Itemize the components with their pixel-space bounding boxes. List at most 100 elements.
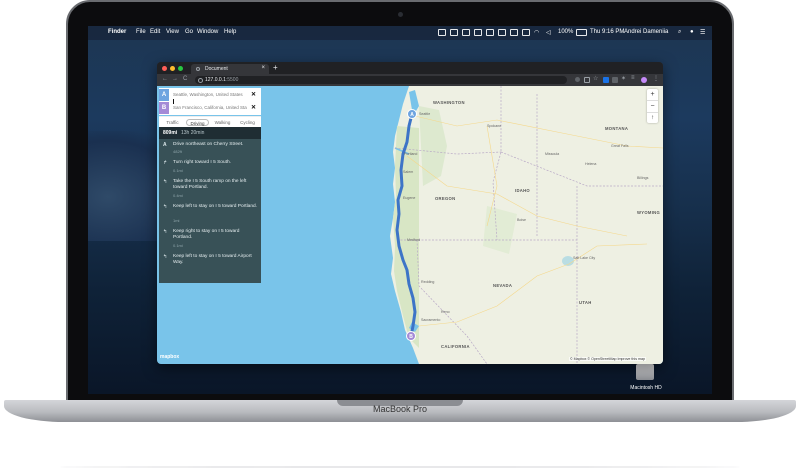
label-idaho: IDAHO: [515, 188, 530, 193]
bookmark-star-icon[interactable]: ☆: [593, 75, 599, 82]
status-icon-4[interactable]: [474, 29, 482, 38]
city-eugene: Eugene: [403, 196, 416, 200]
menu-file[interactable]: File: [136, 29, 146, 35]
destination-clear-icon[interactable]: ✕: [251, 104, 256, 111]
status-icon-2[interactable]: [450, 29, 458, 38]
minimize-window-icon[interactable]: [170, 66, 175, 71]
close-window-icon[interactable]: [162, 66, 167, 71]
battery-percent[interactable]: 100%: [558, 29, 573, 35]
menu-help[interactable]: Help: [224, 29, 236, 35]
profile-traffic[interactable]: Traffic: [161, 119, 184, 126]
globe-icon: [196, 67, 200, 71]
info-icon[interactable]: [198, 78, 203, 83]
notification-center-icon[interactable]: ☰: [700, 29, 705, 36]
city-billings: Billings: [637, 176, 649, 180]
step-instruction[interactable]: Keep right to stay on I 5 toward Portlan…: [173, 229, 257, 241]
status-icon-6[interactable]: [498, 29, 506, 38]
extension-blue-icon[interactable]: [603, 77, 609, 83]
address-bar[interactable]: 127.0.0.1:5500: [195, 76, 567, 84]
origin-input[interactable]: Seattle, Washington, United States: [173, 92, 247, 97]
reading-list-icon[interactable]: ≡: [631, 75, 637, 81]
keep-left-icon: ↰: [163, 179, 168, 185]
label-california: CALIFORNIA: [441, 344, 470, 349]
new-tab-button[interactable]: +: [273, 63, 278, 72]
origin-badge: A: [159, 89, 169, 101]
step-instruction[interactable]: Turn right toward I 5 South.: [173, 160, 257, 166]
city-salem: Salem: [403, 170, 414, 174]
more-menu-icon[interactable]: ⋮: [653, 75, 659, 82]
clock[interactable]: Thu 9:16 PM: [590, 29, 624, 35]
compass-button[interactable]: ↑: [647, 113, 658, 124]
keep-right-icon: ↰: [163, 229, 168, 235]
label-montana: MONTANA: [605, 126, 629, 131]
laptop-shadow: [60, 466, 740, 468]
step-distance: 482ft: [173, 149, 182, 154]
step-distance: 0.4mi: [173, 193, 183, 198]
user-name[interactable]: Andrei Dameniia: [624, 29, 668, 35]
tab-close-icon[interactable]: ×: [261, 65, 265, 71]
device-label: MacBook Pro: [372, 404, 428, 414]
volume-icon[interactable]: ◁: [546, 29, 551, 36]
location-icon[interactable]: [575, 77, 580, 82]
menu-finder[interactable]: Finder: [108, 29, 126, 35]
menu-edit[interactable]: Edit: [150, 29, 160, 35]
end-marker-label: B: [409, 334, 413, 340]
maximize-window-icon[interactable]: [178, 66, 183, 71]
menu-view[interactable]: View: [166, 29, 179, 35]
menu-window[interactable]: Window: [197, 29, 218, 35]
city-missoula: Missoula: [545, 152, 560, 156]
city-seattle: Seattle: [419, 112, 431, 116]
zoom-out-button[interactable]: −: [647, 101, 658, 113]
label-washington: WASHINGTON: [433, 100, 465, 105]
step-instruction[interactable]: Drive northeast on Cherry Street.: [173, 142, 257, 148]
browser-tab[interactable]: Document ×: [191, 64, 269, 74]
city-great-falls: Great Falls: [611, 144, 629, 148]
origin-clear-icon[interactable]: ✕: [251, 91, 256, 98]
puzzle-icon[interactable]: ✶: [621, 75, 627, 82]
page-viewport: A B WASHINGTON MONTANA IDAHO OREGON WYOM…: [157, 86, 663, 364]
label-oregon: OREGON: [435, 196, 456, 201]
zoom-in-button[interactable]: +: [647, 89, 658, 101]
share-icon[interactable]: [584, 77, 590, 83]
hard-drive-icon[interactable]: [636, 364, 654, 380]
destination-badge: B: [159, 102, 169, 114]
turn-right-icon: ↱: [163, 160, 168, 166]
menu-go[interactable]: Go: [185, 29, 193, 35]
profile-walking[interactable]: Walking: [211, 119, 234, 126]
menu-bar: Finder File Edit View Go Window Help ◠ ◁…: [88, 26, 712, 40]
city-helena: Helena: [585, 162, 597, 166]
hard-drive-label[interactable]: Macintosh HD: [618, 385, 674, 391]
status-icon-5[interactable]: [486, 29, 494, 38]
status-icon-1[interactable]: [438, 29, 446, 38]
city-boise: Boise: [517, 218, 526, 222]
profile-cycling[interactable]: Cycling: [236, 119, 259, 126]
status-icon-8[interactable]: [522, 29, 530, 38]
status-icon-3[interactable]: [462, 29, 470, 38]
browser-window: Document × + ← → C 127.0.0.1:5500 ☆ ✶ ≡ …: [157, 62, 663, 364]
mapbox-logo[interactable]: mapbox: [160, 354, 179, 360]
reload-button[interactable]: C: [183, 76, 187, 82]
step-distance: 0.1mi: [173, 168, 183, 173]
profile-avatar[interactable]: [641, 77, 647, 83]
status-icon-7[interactable]: [510, 29, 518, 38]
profile-driving[interactable]: Driving: [186, 119, 209, 126]
label-utah: UTAH: [579, 300, 592, 305]
extension-grey-icon[interactable]: [612, 77, 618, 83]
map-attribution[interactable]: © Mapbox © OpenStreetMap Improve this ma…: [569, 357, 647, 361]
step-instruction[interactable]: Keep left to stay on I 5 toward Airport …: [173, 254, 257, 266]
siri-icon[interactable]: ●: [690, 29, 694, 35]
battery-icon[interactable]: [576, 29, 587, 38]
search-icon[interactable]: ⌕: [678, 29, 681, 36]
start-marker-label: A: [410, 112, 414, 118]
back-button[interactable]: ←: [162, 76, 168, 82]
directions-panel: A Seattle, Washington, United States ✕ B…: [159, 88, 261, 283]
city-reno: Reno: [441, 310, 450, 314]
step-instruction[interactable]: Keep left to stay on I 5 toward Portland…: [173, 204, 257, 210]
city-portland: Portland: [404, 152, 418, 156]
city-sacramento: Sacramento: [421, 318, 441, 322]
wifi-icon[interactable]: ◠: [534, 29, 539, 36]
step-instruction[interactable]: Take the I 5 South ramp on the left towa…: [173, 179, 257, 191]
destination-input[interactable]: San Francisco, California, United States: [173, 105, 247, 110]
text-cursor: [173, 99, 174, 104]
forward-button[interactable]: →: [172, 76, 178, 82]
